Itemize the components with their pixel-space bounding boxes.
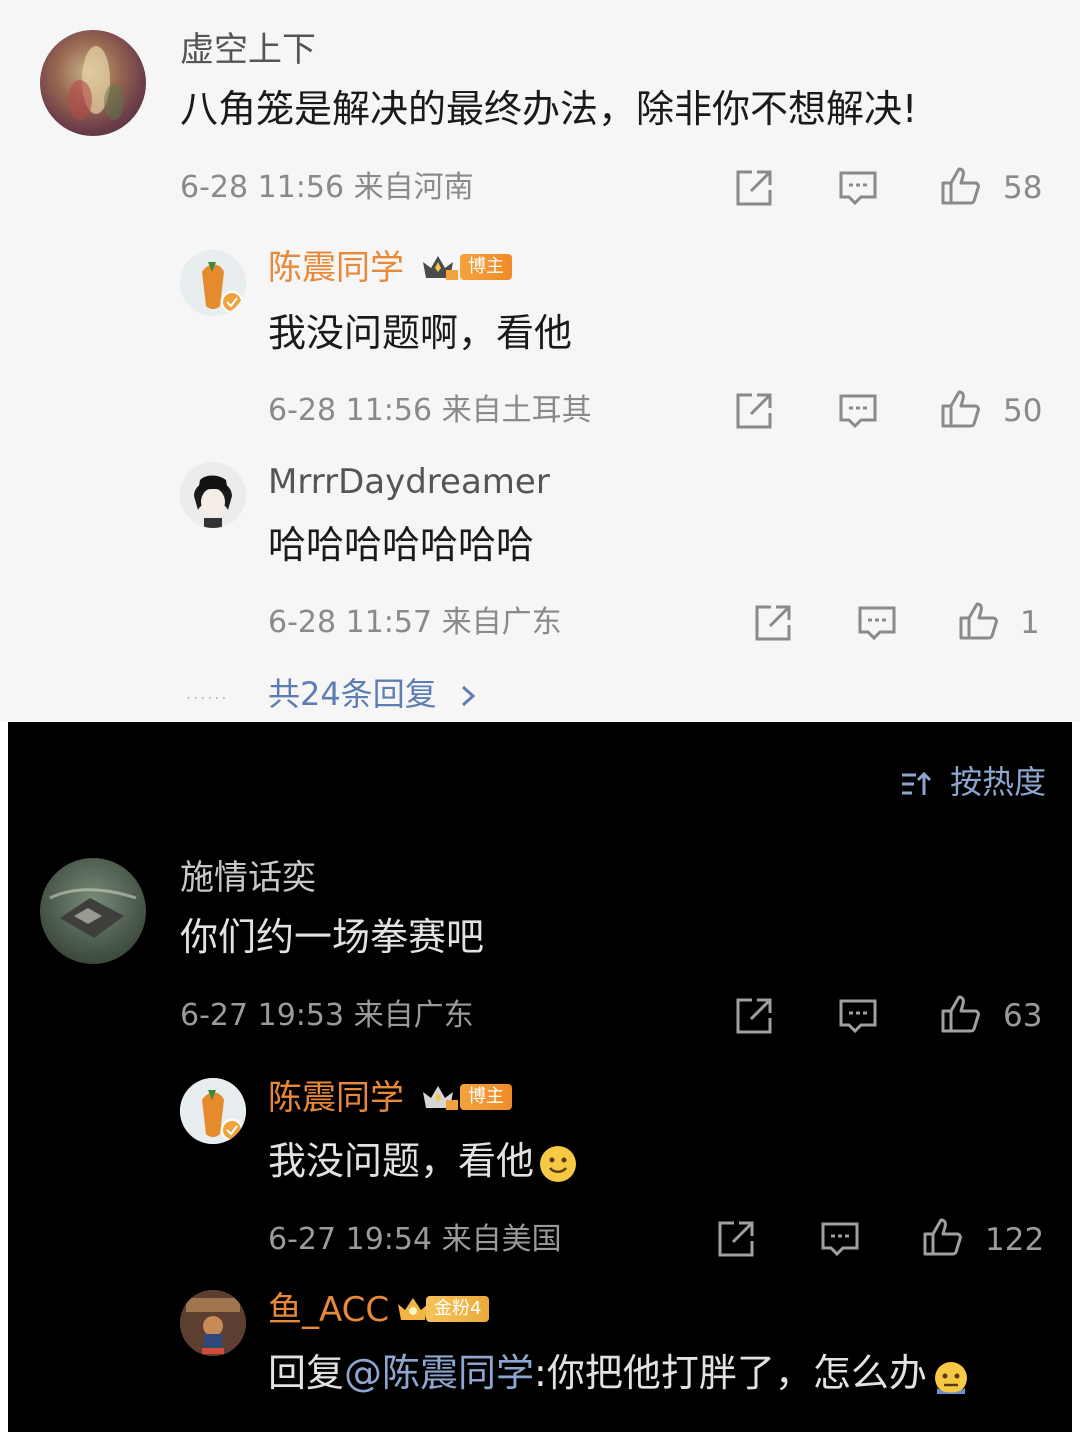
dark-comment-panel (8, 722, 1072, 1440)
reply-author[interactable]: 陈震同学 (268, 248, 404, 288)
comment-author[interactable]: 虚空上下 (180, 30, 316, 70)
reply-text-content: 我没问题，看他 (268, 1139, 535, 1183)
crown-icon (398, 1298, 428, 1320)
blogger-badge: 博主 (420, 1082, 512, 1112)
mention-link[interactable]: @陈震同学 (344, 1351, 534, 1395)
avatar-art (49, 888, 137, 938)
more-dots: ...... (186, 684, 229, 703)
avatar-art (180, 1290, 246, 1356)
avatar-art (68, 46, 124, 120)
reply-meta: 6-28 11:57 来自广东 (268, 605, 562, 640)
reply-author[interactable]: MrrrDaydreamer (268, 462, 550, 502)
crown-icon (423, 1086, 458, 1110)
sweat-emoji-icon (934, 1361, 967, 1394)
like-icon[interactable] (940, 388, 982, 430)
avatar[interactable] (180, 462, 246, 528)
like-icon[interactable] (958, 600, 1000, 642)
like-count: 1 (1020, 605, 1040, 641)
reply-author[interactable]: 鱼_ACC (268, 1290, 389, 1330)
fan-badge: 金粉4 (396, 1294, 490, 1324)
avatar-art (180, 250, 246, 316)
view-all-replies-label: 共24条回复 (268, 675, 437, 713)
avatar[interactable] (180, 1078, 246, 1144)
comment-text: 八角笼是解决的最终办法，除非你不想解决! (180, 87, 918, 131)
chevron-right-icon (461, 685, 476, 707)
badge-label: 博主 (460, 1084, 512, 1110)
reply-meta: 6-28 11:56 来自土耳其 (268, 393, 592, 428)
share-icon[interactable] (733, 390, 775, 432)
share-icon[interactable] (733, 995, 775, 1037)
comment-icon[interactable] (856, 602, 898, 644)
avatar[interactable] (40, 858, 146, 964)
comment-meta: 6-27 19:53 来自广东 (180, 998, 474, 1033)
reply-prefix: 回复 (268, 1351, 345, 1395)
avatar-art (180, 1078, 246, 1144)
comment-meta: 6-28 11:56 来自河南 (180, 170, 474, 205)
reply-text: 我没问题啊，看他 (268, 311, 573, 355)
bottom-edge (0, 1432, 1080, 1440)
share-icon[interactable] (752, 602, 794, 644)
sort-label: 按热度 (950, 763, 1047, 801)
badge-label: 博主 (460, 254, 512, 280)
like-count: 122 (985, 1222, 1045, 1258)
like-icon[interactable] (940, 165, 982, 207)
view-all-replies-link[interactable]: 共24条回复 (268, 674, 479, 714)
comment-icon[interactable] (837, 995, 879, 1037)
crown-icon (423, 256, 458, 280)
reply-meta: 6-27 19:54 来自美国 (268, 1222, 562, 1257)
like-icon[interactable] (922, 1216, 964, 1258)
reply-text: 回复@陈震同学:你把他打胖了，怎么办 (268, 1350, 971, 1396)
comment-icon[interactable] (837, 390, 879, 432)
like-count: 63 (1003, 998, 1043, 1034)
like-count: 50 (1003, 393, 1043, 429)
avatar[interactable] (180, 1290, 246, 1356)
smile-emoji-icon (540, 1145, 577, 1182)
comment-icon[interactable] (837, 167, 879, 209)
comment-text: 你们约一场拳赛吧 (180, 915, 485, 959)
badge-label: 金粉4 (426, 1296, 490, 1322)
avatar-art (180, 462, 246, 528)
avatar[interactable] (40, 30, 146, 136)
avatar[interactable] (180, 250, 246, 316)
like-count: 58 (1003, 170, 1043, 206)
sort-icon (902, 771, 932, 795)
reply-text-content: :你把他打胖了，怎么办 (534, 1351, 927, 1395)
sort-by-hot-button[interactable]: 按热度 (900, 762, 1046, 802)
reply-text: 我没问题，看他 (268, 1138, 578, 1184)
reply-author[interactable]: 陈震同学 (268, 1078, 404, 1118)
comment-icon[interactable] (819, 1218, 861, 1260)
blogger-badge: 博主 (420, 252, 512, 282)
comment-author[interactable]: 施情话奕 (180, 858, 316, 898)
reply-text: 哈哈哈哈哈哈哈 (268, 523, 535, 567)
share-icon[interactable] (733, 167, 775, 209)
share-icon[interactable] (715, 1218, 757, 1260)
like-icon[interactable] (940, 993, 982, 1035)
